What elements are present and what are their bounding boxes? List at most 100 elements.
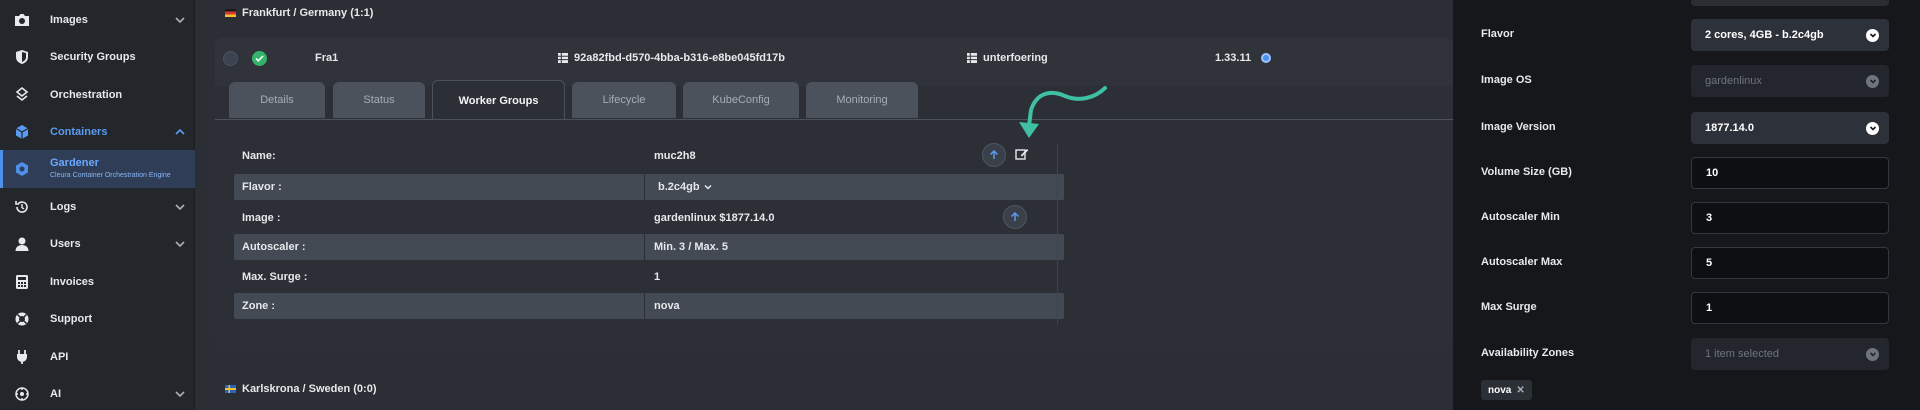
image-version-label: Image Version — [1481, 121, 1556, 133]
tab-lifecycle[interactable]: Lifecycle — [572, 82, 676, 118]
flavor-select[interactable]: 2 cores, 4GB - b.2c4gb — [1691, 19, 1889, 51]
wg-key: Zone : — [242, 300, 275, 312]
shield-icon — [13, 48, 31, 66]
autoscaler-min-row: Autoscaler Min 3 — [1453, 200, 1920, 236]
upgrade-name-button[interactable] — [982, 143, 1006, 167]
sidebar-item-users[interactable]: Users — [0, 226, 195, 262]
check-circle-icon — [252, 50, 267, 66]
autoscaler-max-label: Autoscaler Max — [1481, 256, 1563, 268]
sidebar-item-label: Security Groups — [50, 51, 136, 63]
chevron-down-icon — [704, 184, 712, 190]
tab-details[interactable]: Details — [229, 82, 325, 118]
select-circle[interactable] — [223, 50, 238, 66]
tab-status[interactable]: Status — [333, 82, 425, 118]
sidebar-item-label: Containers — [50, 126, 108, 138]
region-label: Karlskrona / Sweden (0:0) — [242, 383, 377, 395]
chevron-down-icon — [173, 13, 187, 27]
history-icon — [13, 198, 31, 216]
chevron-down-icon — [1866, 347, 1879, 361]
gardener-icon — [13, 160, 31, 178]
image-version-select[interactable]: 1877.14.0 — [1691, 112, 1889, 144]
autoscaler-min-label: Autoscaler Min — [1481, 211, 1560, 223]
user-icon — [13, 235, 31, 253]
cluster-row[interactable]: Fra1 92a82fbd-d570-4bba-b316-e8be045fd17… — [215, 40, 1453, 76]
chevron-down-icon — [1866, 28, 1879, 42]
remove-zone-icon[interactable]: ✕ — [1516, 385, 1524, 396]
row-divider — [644, 174, 645, 200]
tab-monitoring[interactable]: Monitoring — [806, 82, 918, 118]
sidebar-item-label: Invoices — [50, 276, 95, 288]
sidebar-item-label: Images — [50, 14, 88, 26]
vertical-divider — [1057, 144, 1058, 324]
calculator-icon — [13, 273, 31, 291]
wg-value: Min. 3 / Max. 5 — [654, 241, 728, 253]
tab-worker-groups[interactable]: Worker Groups — [432, 80, 565, 120]
camera-icon — [13, 11, 31, 29]
arrow-up-icon — [1010, 212, 1020, 221]
wg-key: Flavor : — [242, 181, 282, 193]
sidebar-item-security-groups[interactable]: Security Groups — [0, 39, 195, 75]
cluster-id-cell: 92a82fbd-d570-4bba-b316-e8be045fd17b — [558, 52, 785, 64]
autoscaler-min-input[interactable]: 3 — [1691, 202, 1889, 234]
image-os-row: Image OS gardenlinux — [1453, 63, 1920, 99]
sidebar-item-gardener[interactable]: Gardener Cleura Container Orchestration … — [0, 150, 195, 188]
max-surge-row: Max Surge 1 — [1453, 290, 1920, 326]
cluster-name: Fra1 — [315, 52, 339, 64]
cluster-project-cell: unterfoering — [967, 52, 1048, 64]
edit-worker-group-panel: Flavor 2 cores, 4GB - b.2c4gb Image OS g… — [1453, 0, 1920, 410]
edit-icon[interactable] — [1015, 147, 1031, 163]
volume-size-input[interactable]: 10 — [1691, 157, 1889, 189]
panel-top-control — [1691, 0, 1889, 6]
list-icon — [558, 53, 568, 63]
region-header-karlskrona[interactable]: Karlskrona / Sweden (0:0) — [225, 380, 377, 398]
wg-key: Autoscaler : — [242, 241, 306, 253]
sidebar-item-invoices[interactable]: Invoices — [0, 264, 195, 300]
sidebar-item-label: Support — [50, 313, 93, 325]
zones-select[interactable]: 1 item selected — [1691, 338, 1889, 370]
sidebar-item-label: AI — [50, 388, 61, 400]
chevron-down-icon — [1866, 74, 1879, 88]
sidebar-item-api[interactable]: API — [0, 339, 195, 375]
arrow-up-icon — [989, 150, 999, 159]
germany-flag-icon — [225, 9, 236, 17]
sidebar-item-orchestration[interactable]: Orchestration — [0, 77, 195, 113]
update-available-icon[interactable] — [1261, 53, 1272, 63]
max-surge-input[interactable]: 1 — [1691, 292, 1889, 324]
image-os-select[interactable]: gardenlinux — [1691, 65, 1889, 97]
sidebar-item-containers[interactable]: Containers — [0, 114, 195, 150]
sweden-flag-icon — [225, 385, 236, 393]
flavor-row: Flavor 2 cores, 4GB - b.2c4gb — [1453, 17, 1920, 53]
row-divider — [644, 293, 645, 319]
plug-icon — [13, 348, 31, 366]
tab-kubeconfig[interactable]: KubeConfig — [683, 82, 799, 118]
image-version-row: Image Version 1877.14.0 — [1453, 110, 1920, 146]
volume-label: Volume Size (GB) — [1481, 166, 1572, 178]
chevron-down-icon — [173, 200, 187, 214]
upgrade-image-button[interactable] — [1003, 205, 1027, 229]
cluster-version-cell: 1.33.11 — [1215, 52, 1272, 64]
lifebuoy-icon — [13, 310, 31, 328]
autoscaler-max-input[interactable]: 5 — [1691, 247, 1889, 279]
sidebar-item-label: API — [50, 351, 69, 363]
sidebar-item-ai[interactable]: AI — [0, 376, 195, 410]
sidebar-item-logs[interactable]: Logs — [0, 189, 195, 225]
autoscaler-max-row: Autoscaler Max 5 — [1453, 245, 1920, 281]
zones-label: Availability Zones — [1481, 347, 1575, 359]
main-content: Frankfurt / Germany (1:1) Fra1 92a82fbd-… — [195, 0, 1453, 410]
wg-value: 1 — [654, 271, 661, 283]
chevron-down-icon — [173, 387, 187, 401]
zone-chip: nova ✕ — [1481, 380, 1532, 400]
orchestration-icon — [13, 86, 31, 104]
volume-row: Volume Size (GB) 10 — [1453, 155, 1920, 191]
sidebar-item-images[interactable]: Images — [0, 2, 195, 38]
flavor-dropdown[interactable]: b.2c4gb — [658, 181, 713, 193]
wg-key: Name: — [242, 150, 276, 162]
list-icon — [967, 53, 977, 63]
tab-divider — [215, 119, 1453, 120]
region-header-frankfurt[interactable]: Frankfurt / Germany (1:1) — [225, 4, 373, 22]
cluster-version: 1.33.11 — [1215, 52, 1252, 64]
sidebar-item-support[interactable]: Support — [0, 301, 195, 337]
wg-row-autoscaler: Autoscaler : Min. 3 / Max. 5 — [234, 234, 1064, 260]
image-os-value: gardenlinux — [1705, 75, 1762, 87]
wg-row-name: Name: muc2h8 — [234, 143, 1064, 169]
